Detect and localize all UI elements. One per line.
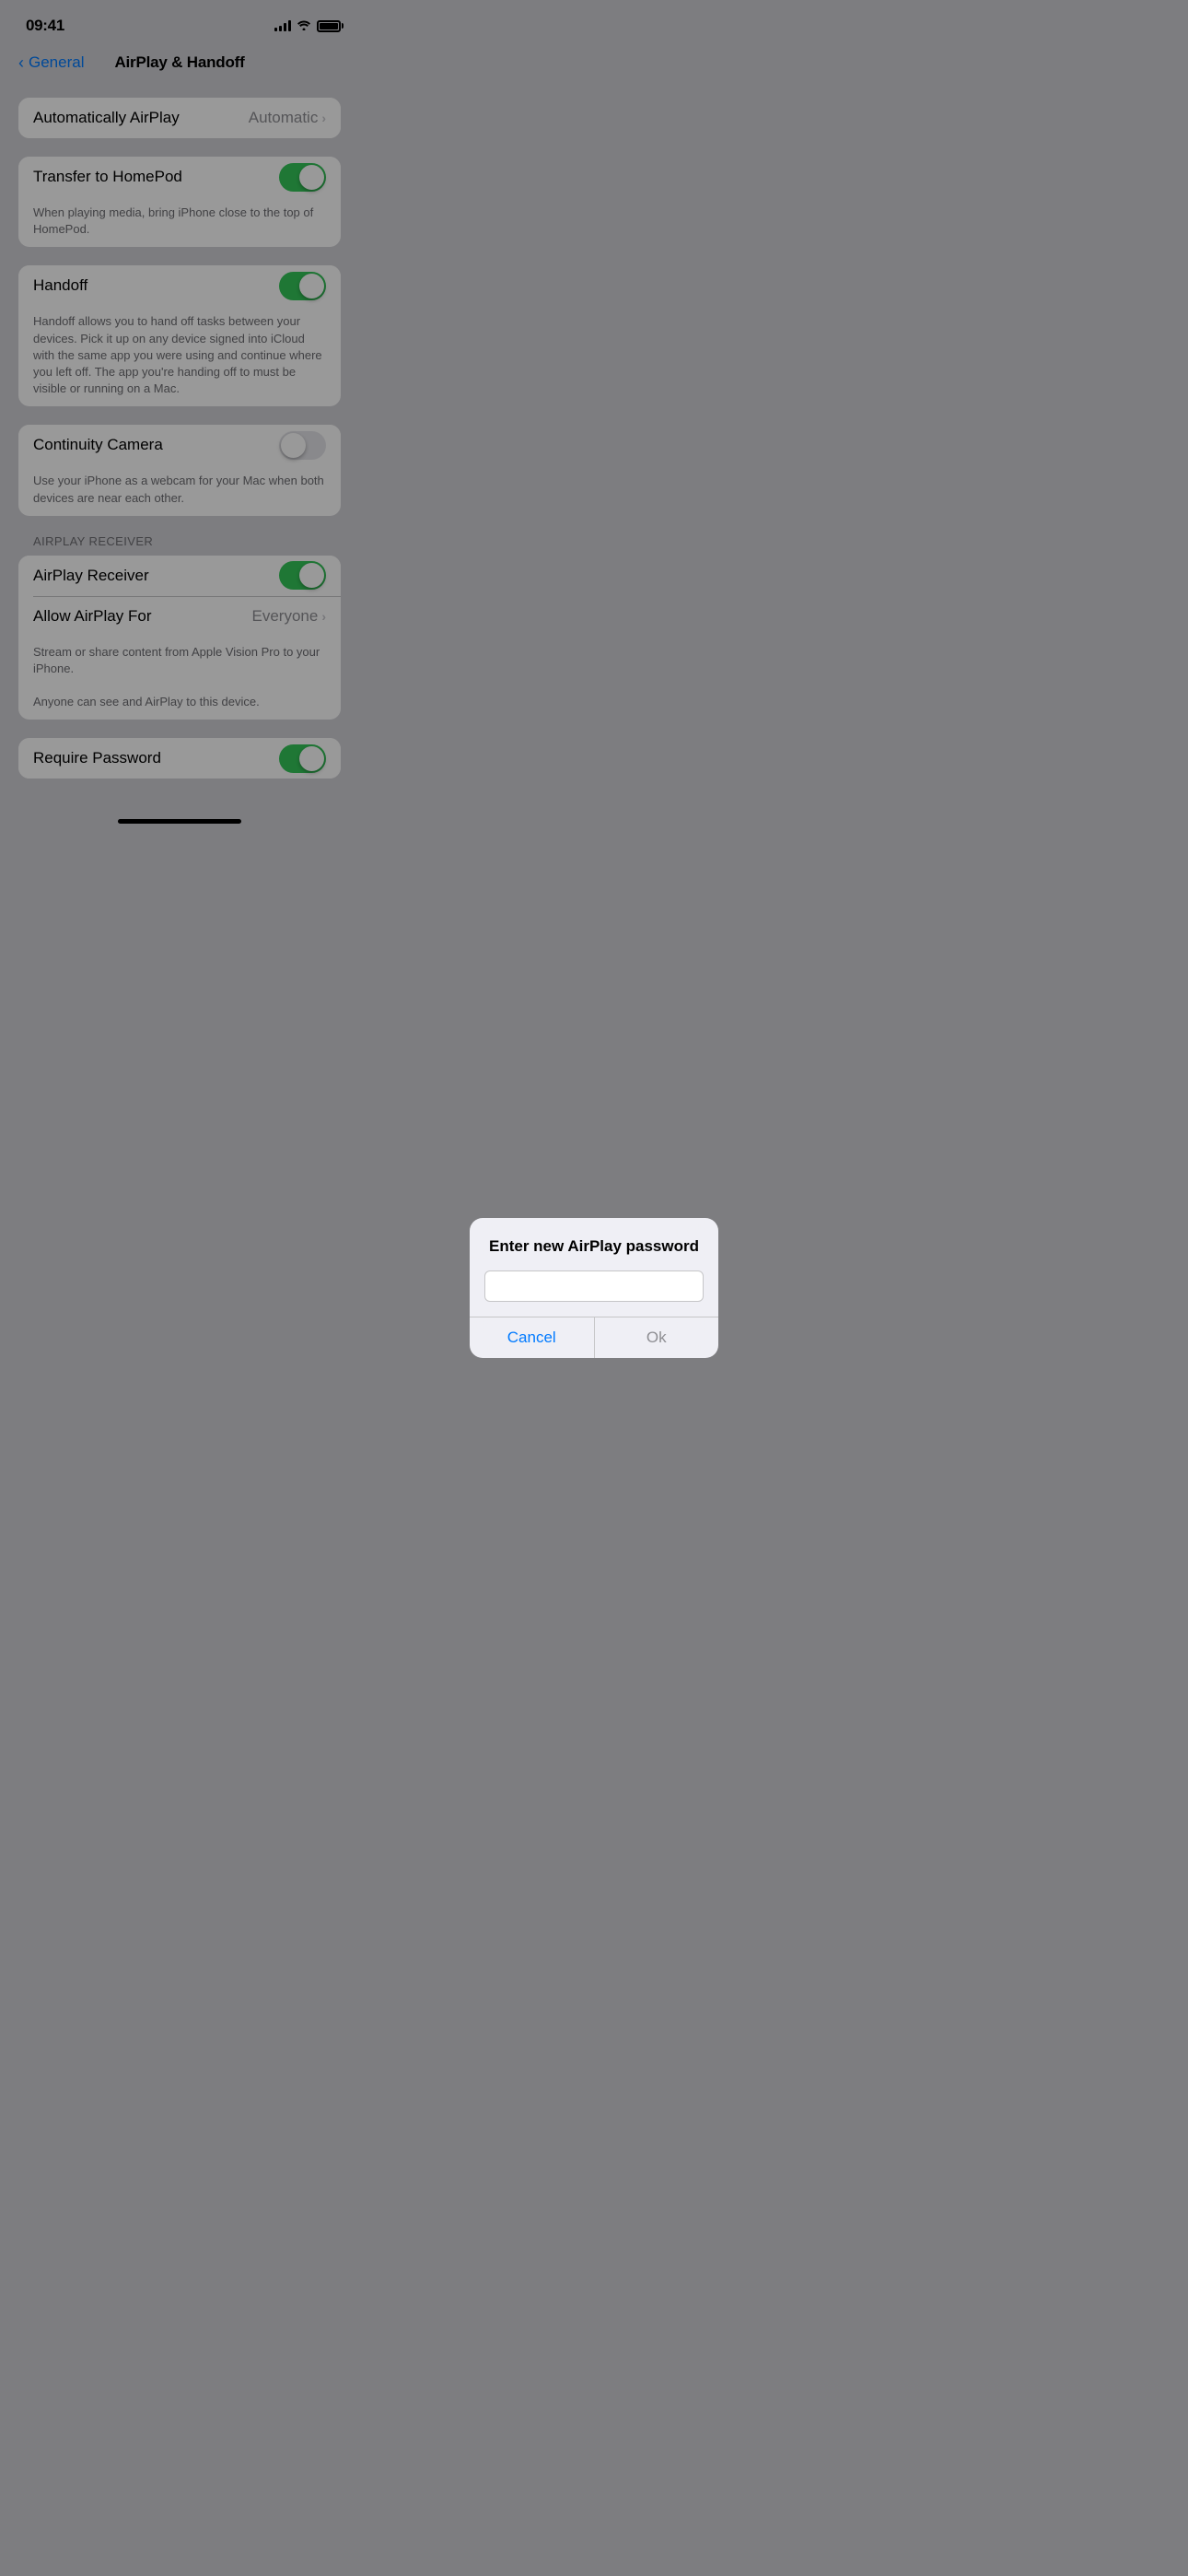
cancel-button[interactable]: Cancel — [470, 1317, 595, 1358]
password-input[interactable] — [484, 1270, 704, 1302]
alert-buttons: Cancel Ok — [470, 1317, 718, 1358]
alert-title: Enter new AirPlay password — [470, 1218, 718, 1266]
dialog-overlay: Enter new AirPlay password Cancel Ok — [0, 0, 1188, 2576]
ok-button[interactable]: Ok — [595, 1317, 719, 1358]
alert-input-wrap — [470, 1267, 718, 1317]
alert-dialog: Enter new AirPlay password Cancel Ok — [470, 1218, 718, 1357]
